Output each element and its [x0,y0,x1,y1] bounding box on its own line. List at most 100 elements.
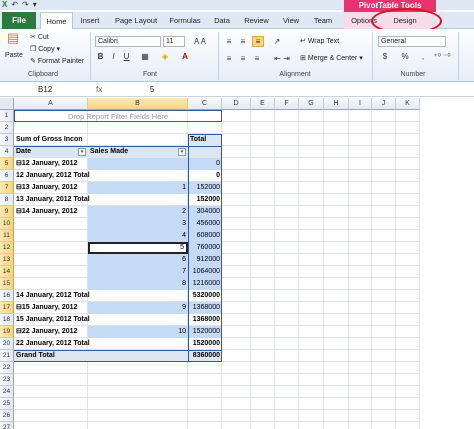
grid-cell[interactable] [275,146,299,158]
grid-cell[interactable] [251,374,275,386]
grid-cell[interactable] [349,350,372,362]
grid-cell[interactable] [324,170,349,182]
row-header-3[interactable]: 3 [0,134,14,146]
align-left-icon[interactable]: ≡ [224,54,234,63]
indent-icons[interactable]: ⇤ ⇥ [270,54,294,63]
grid-cell[interactable] [275,398,299,410]
name-box[interactable]: B12 [0,84,80,96]
sales-made-cell[interactable]: 9 [88,302,188,314]
tab-page-layout[interactable]: Page Layout [110,12,162,29]
grid-cell[interactable] [275,206,299,218]
grid-cell[interactable] [396,302,420,314]
grid-cell[interactable] [349,122,372,134]
grid-cell[interactable] [275,158,299,170]
font-size-select[interactable]: 11 [163,36,185,47]
grid-cell[interactable] [88,386,188,398]
underline-button[interactable]: U [122,52,131,61]
grid-cell[interactable] [349,182,372,194]
grid-cell[interactable] [372,398,396,410]
grid-cell[interactable] [251,242,275,254]
grid-cell[interactable] [188,362,222,374]
grid-cell[interactable] [396,170,420,182]
paste-button[interactable]: Paste [5,52,23,59]
grid-cell[interactable] [188,398,222,410]
grid-cell[interactable] [251,134,275,146]
redo-icon[interactable]: ↷ [22,0,29,10]
sales-made-cell[interactable]: 1 [88,182,188,194]
grid-cell[interactable] [222,170,251,182]
grid-cell[interactable] [349,146,372,158]
grid-cell[interactable] [275,362,299,374]
grid-cell[interactable] [188,374,222,386]
subtotal-label[interactable]: 12 January, 2012 Total [14,170,188,182]
grid-cell[interactable] [222,422,251,429]
grid-cell[interactable] [372,254,396,266]
grid-cell[interactable] [251,206,275,218]
report-filter-drop-zone[interactable]: Drop Report Filter Fields Here [14,110,222,122]
grid-cell[interactable] [222,374,251,386]
grid-cell[interactable] [88,374,188,386]
grid-cell[interactable] [299,218,324,230]
grid-cell[interactable] [251,278,275,290]
sales-made-cell[interactable]: 2 [88,206,188,218]
grid-cell[interactable] [324,218,349,230]
orientation-icon[interactable]: ↗ [270,37,284,46]
grid-cell[interactable] [188,386,222,398]
tab-review[interactable]: Review [240,12,273,29]
row-header-2[interactable]: 2 [0,122,14,134]
grid-cell[interactable] [88,122,188,134]
row-header-12[interactable]: 12 [0,242,14,254]
grid-cell[interactable] [324,146,349,158]
grid-cell[interactable] [349,338,372,350]
grid-cell[interactable] [349,398,372,410]
sales-made-cell[interactable] [88,158,188,170]
grid-cell[interactable] [396,218,420,230]
grid-cell[interactable] [324,410,349,422]
tab-file[interactable]: File [2,12,36,29]
grid-cell[interactable] [88,362,188,374]
grid-cell[interactable] [372,326,396,338]
grid-cell[interactable] [251,110,275,122]
grid-cell[interactable] [251,362,275,374]
grid-cell[interactable] [396,122,420,134]
grid-cell[interactable] [299,206,324,218]
column-header-A[interactable]: A [14,98,88,110]
grid-cell[interactable] [396,410,420,422]
wrap-text-button[interactable]: ↵ Wrap Text [300,37,339,45]
grid-cell[interactable] [299,194,324,206]
select-all-corner[interactable] [0,98,14,110]
grid-cell[interactable] [396,194,420,206]
date-filter-button[interactable]: ▾ [78,148,86,156]
grid-cell[interactable] [324,206,349,218]
column-header-B[interactable]: B [88,98,188,110]
row-header-27[interactable]: 27 [0,422,14,429]
grid-cell[interactable] [299,242,324,254]
row-header-10[interactable]: 10 [0,218,14,230]
italic-button[interactable]: I [109,52,118,61]
grid-cell[interactable] [372,170,396,182]
grid-cell[interactable] [349,362,372,374]
grid-cell[interactable] [299,422,324,429]
font-color-icon[interactable]: A [178,52,192,61]
grid-cell[interactable] [299,134,324,146]
grid-cell[interactable] [349,242,372,254]
row-header-16[interactable]: 16 [0,290,14,302]
sales-made-cell[interactable]: 3 [88,218,188,230]
grid-cell[interactable] [349,374,372,386]
grid-cell[interactable] [396,158,420,170]
grid-cell[interactable] [222,266,251,278]
grid-cell[interactable] [299,290,324,302]
grid-cell[interactable] [222,338,251,350]
subtotal-label[interactable]: 14 January, 2012 Total [14,290,188,302]
grid-cell[interactable] [372,290,396,302]
grid-cell[interactable] [275,410,299,422]
grid-cell[interactable] [275,326,299,338]
row-header-11[interactable]: 11 [0,230,14,242]
grid-cell[interactable] [372,338,396,350]
grid-cell[interactable] [372,158,396,170]
grid-cell[interactable] [372,122,396,134]
row-label-date[interactable]: Date [14,146,88,158]
row-header-15[interactable]: 15 [0,278,14,290]
grid-cell[interactable] [396,266,420,278]
grid-cell[interactable] [222,182,251,194]
